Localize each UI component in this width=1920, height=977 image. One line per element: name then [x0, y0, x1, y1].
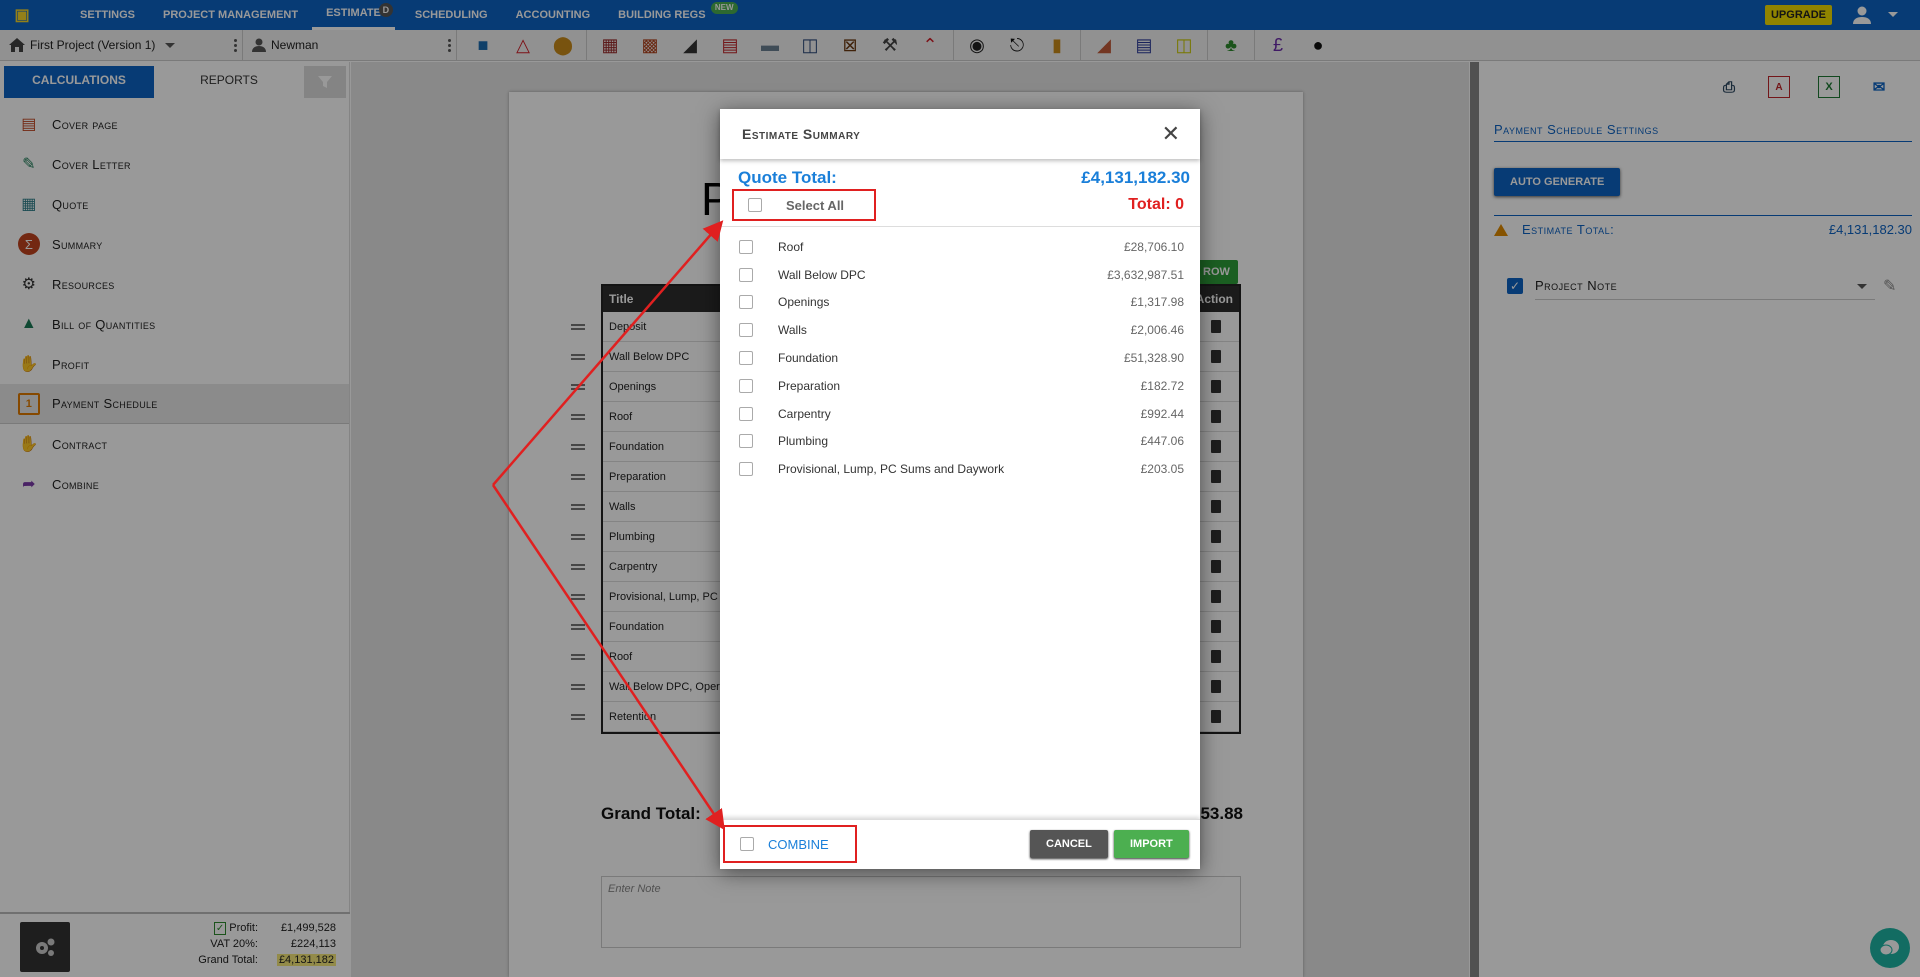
item-value: £203.05: [1140, 462, 1184, 477]
estimate-item: Preparation £182.72: [720, 372, 1200, 400]
selected-total: Total: 0: [1128, 196, 1184, 213]
item-checkbox[interactable]: [739, 239, 753, 254]
item-value: £3,632,987.51: [1107, 267, 1184, 282]
estimate-item: Openings £1,317.98: [720, 289, 1200, 317]
combine-label[interactable]: COMBINE: [768, 837, 829, 852]
quote-total-row: Quote Total: £4,131,182.30: [720, 159, 1200, 188]
select-all-checkbox[interactable]: [748, 198, 762, 212]
dialog-header: Estimate Summary ✕: [720, 109, 1200, 159]
estimate-item: Provisional, Lump, PC Sums and Daywork £2…: [720, 455, 1200, 483]
item-value: £28,706.10: [1123, 239, 1184, 254]
item-name: Plumbing: [778, 434, 829, 449]
item-checkbox[interactable]: [739, 406, 753, 421]
item-checkbox[interactable]: [739, 462, 753, 477]
item-checkbox[interactable]: [739, 323, 753, 338]
item-value: £2,006.46: [1130, 323, 1184, 338]
item-checkbox[interactable]: [739, 378, 753, 393]
item-value: £1,317.98: [1130, 295, 1184, 310]
item-value: £51,328.90: [1123, 351, 1184, 366]
estimate-item: Carpentry £992.44: [720, 400, 1200, 428]
dialog-title: Estimate Summary: [742, 126, 861, 142]
estimate-items-list: Roof £28,706.10 Wall Below DPC £3,632,987.5…: [720, 227, 1200, 483]
item-value: £992.44: [1140, 406, 1184, 421]
select-all-highlight: Select All: [732, 189, 876, 221]
item-checkbox[interactable]: [739, 267, 753, 282]
item-checkbox[interactable]: [739, 434, 753, 449]
item-value: £182.72: [1140, 378, 1184, 393]
estimate-item: Plumbing £447.06: [720, 428, 1200, 456]
estimate-summary-dialog: Estimate Summary ✕ Quote Total: £4,131,1…: [720, 109, 1200, 869]
item-name: Roof: [778, 239, 804, 254]
select-all-label[interactable]: Select All: [786, 198, 844, 213]
item-name: Provisional, Lump, PC Sums and Daywork: [778, 462, 1005, 477]
quote-total-value: £4,131,182.30: [1081, 168, 1190, 187]
dialog-footer: COMBINE CANCEL IMPORT: [720, 819, 1200, 869]
estimate-item: Foundation £51,328.90: [720, 344, 1200, 372]
combine-checkbox[interactable]: [740, 837, 754, 851]
item-checkbox[interactable]: [739, 351, 753, 366]
item-name: Carpentry: [778, 406, 831, 421]
quote-total-label: Quote Total:: [738, 168, 837, 187]
select-all-row: Select All Total: 0: [720, 188, 1200, 221]
estimate-item: Walls £2,006.46: [720, 316, 1200, 344]
item-name: Walls: [778, 323, 807, 338]
cancel-button[interactable]: CANCEL: [1030, 830, 1108, 858]
item-name: Foundation: [778, 351, 839, 366]
item-name: Openings: [778, 295, 830, 310]
item-name: Wall Below DPC: [778, 267, 866, 282]
item-checkbox[interactable]: [739, 295, 753, 310]
item-name: Preparation: [778, 378, 841, 393]
close-icon[interactable]: ✕: [1162, 121, 1180, 147]
estimate-item: Roof £28,706.10: [720, 233, 1200, 261]
estimate-item: Wall Below DPC £3,632,987.51: [720, 261, 1200, 289]
combine-highlight: COMBINE: [723, 825, 857, 863]
import-button[interactable]: IMPORT: [1114, 830, 1189, 858]
item-value: £447.06: [1140, 434, 1184, 449]
